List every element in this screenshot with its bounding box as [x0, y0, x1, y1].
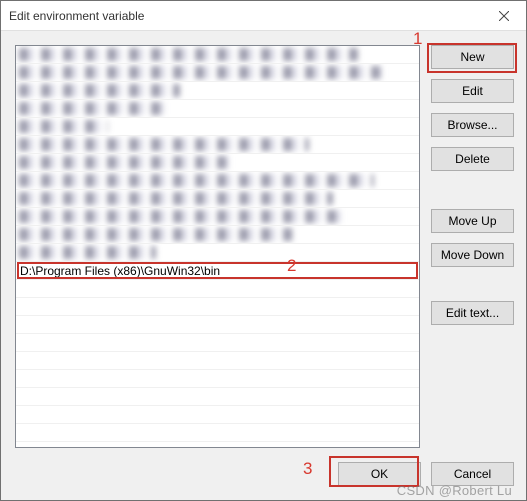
list-item[interactable]	[16, 136, 419, 154]
annotation-number-2: 2	[287, 256, 296, 276]
browse-button[interactable]: Browse...	[431, 113, 514, 137]
window-close-button[interactable]	[481, 1, 526, 31]
list-item[interactable]	[16, 82, 419, 100]
window-title: Edit environment variable	[9, 9, 481, 23]
move-down-button[interactable]: Move Down	[431, 243, 514, 267]
dialog-window: Edit environment variable D:\Program Fil…	[0, 0, 527, 501]
new-button[interactable]: New	[431, 45, 514, 69]
list-item[interactable]	[16, 370, 419, 388]
list-item[interactable]	[16, 244, 419, 262]
client-area: D:\Program Files (x86)\GnuWin32\bin New …	[1, 31, 526, 500]
list-item[interactable]	[16, 118, 419, 136]
edit-button[interactable]: Edit	[431, 79, 514, 103]
list-item[interactable]	[16, 190, 419, 208]
list-item-text: D:\Program Files (x86)\GnuWin32\bin	[20, 264, 220, 278]
list-item[interactable]	[16, 388, 419, 406]
list-item[interactable]	[16, 172, 419, 190]
edit-text-button[interactable]: Edit text...	[431, 301, 514, 325]
list-item[interactable]	[16, 208, 419, 226]
close-icon	[499, 11, 509, 21]
side-button-column: New Edit Browse... Delete Move Up Move D…	[431, 45, 514, 335]
list-item[interactable]	[16, 64, 419, 82]
list-item[interactable]	[16, 226, 419, 244]
annotation-number-3: 3	[303, 459, 312, 479]
titlebar: Edit environment variable	[1, 1, 526, 31]
list-item[interactable]	[16, 154, 419, 172]
annotation-number-1: 1	[413, 29, 422, 49]
ok-button[interactable]: OK	[338, 462, 421, 486]
list-item[interactable]	[16, 316, 419, 334]
path-listbox[interactable]: D:\Program Files (x86)\GnuWin32\bin	[15, 45, 420, 448]
list-item[interactable]	[16, 406, 419, 424]
list-item[interactable]	[16, 334, 419, 352]
cancel-button[interactable]: Cancel	[431, 462, 514, 486]
move-up-button[interactable]: Move Up	[431, 209, 514, 233]
list-item[interactable]	[16, 424, 419, 442]
dialog-action-buttons: OK Cancel	[338, 462, 514, 486]
list-item-selected[interactable]: D:\Program Files (x86)\GnuWin32\bin	[16, 262, 419, 280]
list-item[interactable]	[16, 298, 419, 316]
delete-button[interactable]: Delete	[431, 147, 514, 171]
list-item[interactable]	[16, 46, 419, 64]
list-item[interactable]	[16, 280, 419, 298]
list-item[interactable]	[16, 352, 419, 370]
list-item[interactable]	[16, 100, 419, 118]
